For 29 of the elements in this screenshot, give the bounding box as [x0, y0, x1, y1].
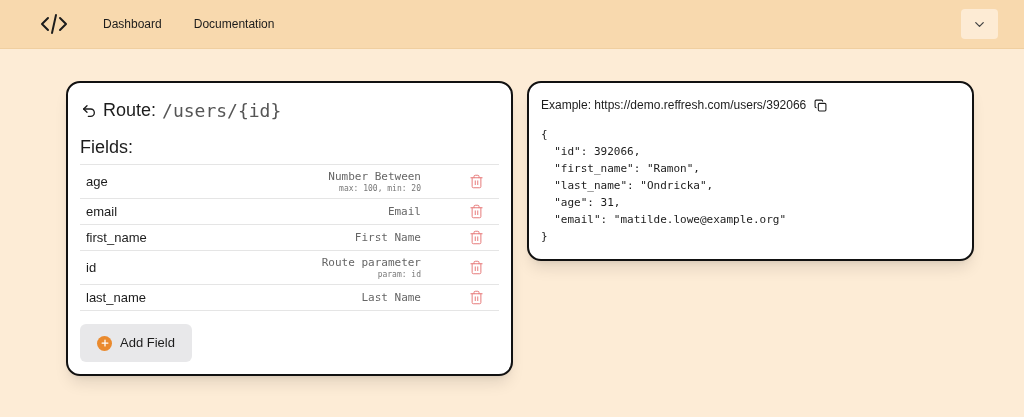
back-arrow-icon[interactable] — [81, 102, 97, 119]
field-detail: param: id — [377, 268, 421, 280]
example-url: Example: https://demo.reffresh.com/users/392066 — [541, 97, 807, 114]
field-name: last_name — [86, 288, 147, 307]
field-type: Route parameter — [321, 255, 421, 269]
field-type: Number Between — [328, 169, 421, 183]
trash-icon[interactable] — [469, 230, 484, 245]
add-field-button[interactable]: Add Field — [80, 324, 192, 362]
route-path: /users/{id} — [162, 99, 282, 123]
field-name: id — [86, 258, 98, 277]
fields-heading: Fields: — [80, 136, 134, 159]
field-name: age — [86, 172, 109, 191]
trash-icon[interactable] — [469, 260, 484, 275]
json-example-text: { "id": 392066, "first_name": "Ramon", "last_name": "Ondricka", "age": 31, "email": "matilde.lowe@example.org" } — [541, 127, 788, 245]
field-name: email — [86, 202, 119, 221]
route-label: Route: — [103, 99, 157, 122]
trash-icon[interactable] — [469, 174, 484, 189]
field-name: first_name — [86, 228, 148, 247]
copy-icon[interactable] — [814, 98, 828, 112]
field-type: Last Name — [361, 291, 421, 304]
menu-dropdown-button[interactable] — [961, 9, 998, 39]
trash-icon[interactable] — [469, 204, 484, 219]
field-type: First Name — [354, 231, 421, 244]
trash-icon[interactable] — [469, 290, 484, 305]
nav-link[interactable]: Dashboard — [103, 15, 162, 33]
field-detail: max: 100, min: 20 — [339, 182, 421, 194]
code-logo-icon[interactable] — [40, 13, 68, 35]
field-type: Email — [387, 205, 421, 218]
nav-link[interactable]: Documentation — [193, 15, 275, 33]
